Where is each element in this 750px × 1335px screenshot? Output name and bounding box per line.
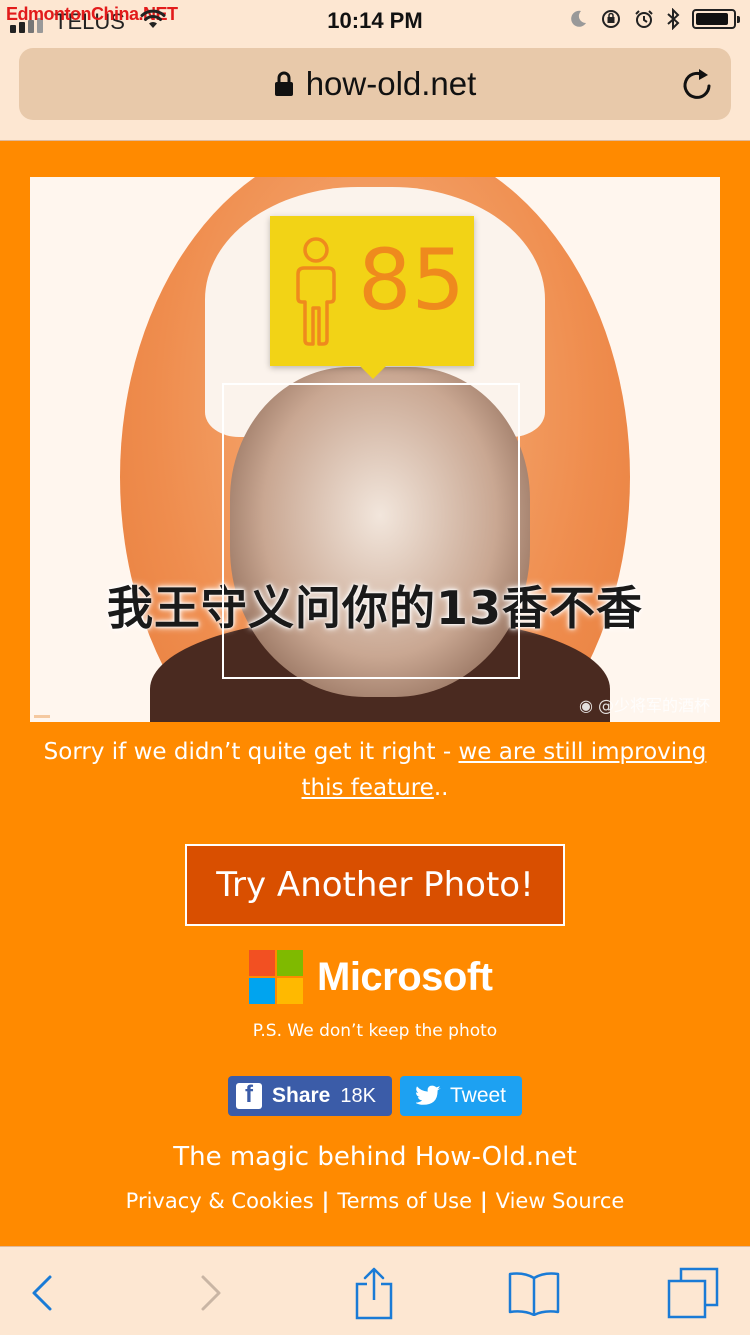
battery-icon [692, 9, 740, 29]
footer-separator: | [321, 1189, 330, 1213]
age-value: 85 [358, 231, 465, 329]
footer-links: Privacy & Cookies | Terms of Use | View Sour… [0, 1189, 750, 1213]
tweet-label: Tweet [449, 1084, 507, 1107]
back-button[interactable] [14, 1265, 70, 1321]
magic-behind-link[interactable]: The magic behind How-Old.net [0, 1142, 750, 1172]
microsoft-squares-icon [249, 950, 303, 1004]
url-text[interactable]: how-old.net [306, 65, 477, 103]
privacy-note: P.S. We don’t keep the photo [252, 1021, 498, 1041]
share-icon [355, 1267, 393, 1320]
weibo-icon: ◉ [578, 696, 598, 715]
bluetooth-icon [667, 8, 680, 30]
forward-arrow-icon [201, 1275, 221, 1311]
age-tag: 85 [270, 216, 474, 379]
microsoft-logo[interactable]: Microsoft [249, 950, 493, 1004]
tabs-button[interactable] [665, 1265, 721, 1321]
status-icons [568, 8, 740, 30]
moon-icon [571, 10, 586, 27]
bookmarks-icon [508, 1272, 560, 1316]
terms-of-use-link[interactable]: Terms of Use [337, 1189, 472, 1213]
facebook-share-label: Share [272, 1084, 331, 1107]
share-button[interactable] [346, 1265, 402, 1321]
footer-separator: | [480, 1189, 488, 1213]
lock-icon [274, 71, 293, 96]
address-bar[interactable]: how-old.net [19, 48, 731, 120]
twitter-bird-icon [415, 1085, 441, 1105]
tabs-icon [667, 1267, 719, 1319]
battery-level [696, 13, 728, 25]
privacy-cookies-link[interactable]: Privacy & Cookies [126, 1189, 314, 1213]
accuracy-message-suffix: .. [433, 775, 449, 801]
photo-credit: ◉ @少将军的酒杯 [578, 696, 710, 715]
back-arrow-icon [32, 1275, 52, 1311]
browser-toolbar [0, 1246, 750, 1335]
bookmarks-button[interactable] [506, 1265, 562, 1321]
microsoft-wordmark: Microsoft [317, 954, 493, 999]
photo-corner-mark [34, 715, 50, 718]
orientation-lock-icon [602, 10, 620, 28]
facebook-share-count: 18K [340, 1084, 376, 1107]
share-buttons: f Share 18K Tweet [0, 1076, 750, 1116]
result-photo: 我王守义问你的13香不香 ◉ @少将军的酒杯 85 [30, 177, 720, 722]
facebook-icon: f [236, 1083, 262, 1109]
alarm-icon [635, 10, 653, 28]
status-bar: TELUS EdmontonChina.NET 10:14 PM [0, 0, 750, 42]
accuracy-message-prefix: Sorry if we didn’t quite get it right - [43, 739, 459, 765]
person-icon [296, 237, 336, 346]
face-detection-box [222, 383, 520, 679]
reload-icon[interactable] [681, 66, 715, 102]
try-another-photo-button[interactable]: Try Another Photo! [185, 844, 565, 926]
accuracy-message: Sorry if we didn’t quite get it right - … [30, 734, 720, 806]
facebook-share-button[interactable]: f Share 18K [228, 1076, 392, 1116]
browser-chrome: how-old.net [0, 42, 750, 141]
tweet-button[interactable]: Tweet [400, 1076, 522, 1116]
view-source-link[interactable]: View Source [496, 1189, 625, 1213]
forward-button[interactable] [183, 1265, 239, 1321]
